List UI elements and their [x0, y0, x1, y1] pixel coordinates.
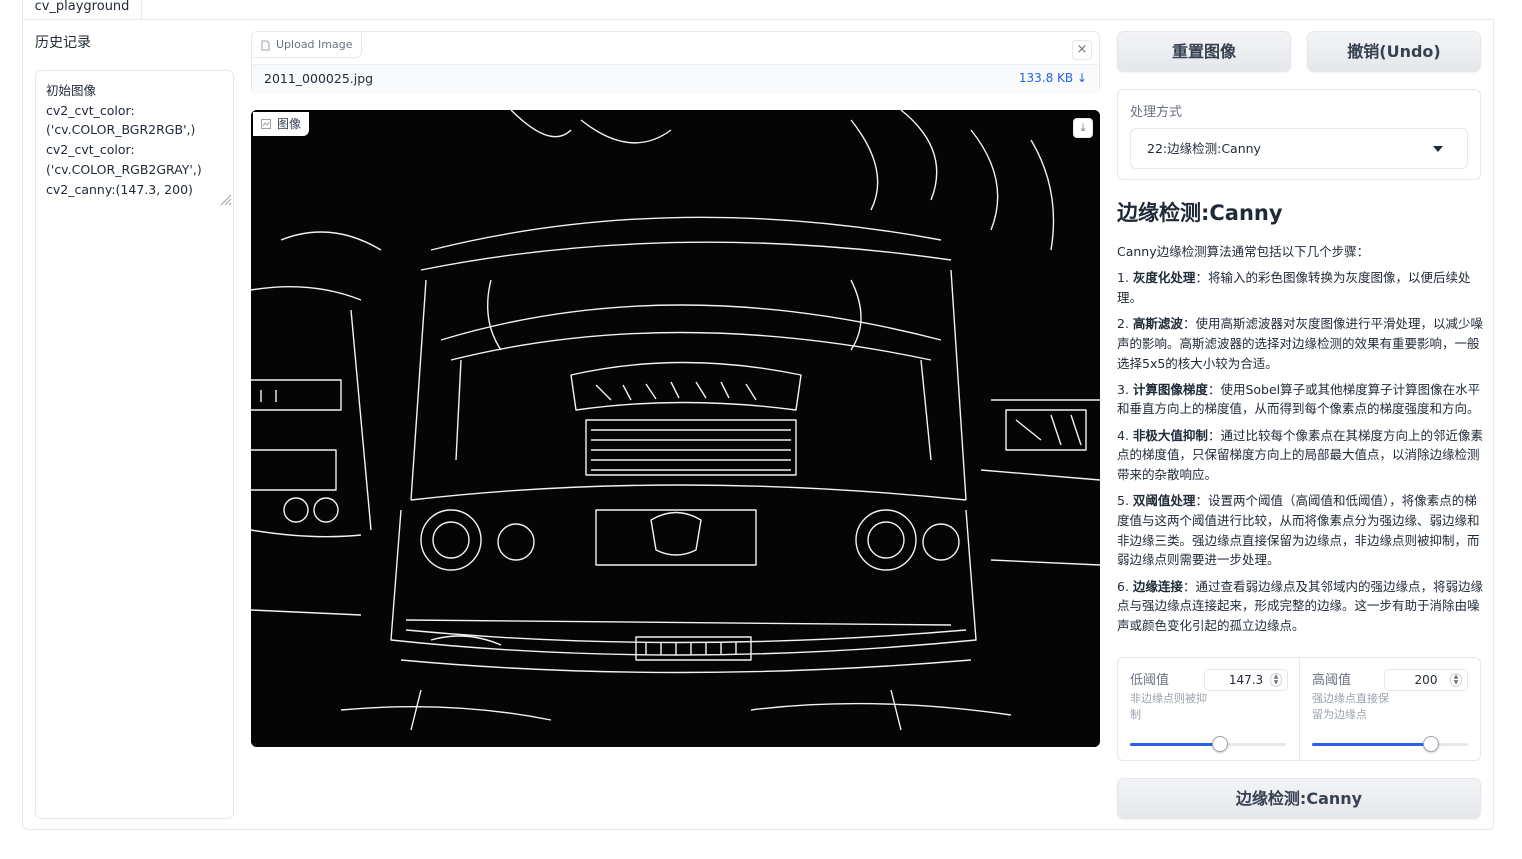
high-threshold-input[interactable]: 200 ▲ ▼ — [1384, 669, 1468, 691]
file-icon — [261, 40, 270, 50]
low-threshold-value: 147.3 — [1228, 673, 1264, 687]
close-icon[interactable]: × — [1072, 40, 1092, 60]
threshold-panel: 低阈值 非边缘点则被抑制 147.3 ▲ ▼ 高阈值 强边缘点直接保留为边缘点 2… — [1117, 657, 1481, 761]
description-step: 2. 高斯滤波：使用高斯滤波器对灰度图像进行平滑处理，以减少噪声的影响。高斯滤波… — [1117, 316, 1483, 371]
history-label: 历史记录 — [35, 35, 91, 51]
low-threshold-handle[interactable] — [1211, 736, 1228, 752]
low-threshold-label: 低阈值 — [1130, 673, 1170, 688]
description-body: Canny边缘检测算法通常包括以下几个步骤： 1. 灰度化处理：将输入的彩色图像… — [1117, 242, 1483, 642]
reset-image-button[interactable]: 重置图像 — [1117, 31, 1291, 72]
chevron-down-icon — [1433, 146, 1443, 152]
edge-image — [251, 110, 1100, 747]
tab-bar: cv_playground — [0, 0, 1522, 20]
low-threshold-input[interactable]: 147.3 ▲ ▼ — [1204, 669, 1288, 691]
description-step: 6. 边缘连接：通过查看弱边缘点及其邻域内的强边缘点，将弱边缘点与强边缘点连接起… — [1117, 578, 1483, 633]
file-download-link[interactable]: 133.8 KB ↓ — [1019, 71, 1087, 85]
stepper-icon[interactable]: ▲ ▼ — [1270, 673, 1282, 687]
edge-image-canvas — [251, 110, 1100, 747]
threshold-divider — [1299, 658, 1300, 760]
image-icon — [261, 119, 271, 129]
high-threshold-label: 高阈值 — [1312, 673, 1352, 688]
resize-grip-icon[interactable] — [218, 192, 232, 206]
tab-cv-playground[interactable]: cv_playground — [22, 0, 142, 19]
low-threshold-fill — [1130, 743, 1220, 746]
high-threshold-value: 200 — [1414, 673, 1438, 687]
description-step: 3. 计算图像梯度：使用Sobel算子或其他梯度算子计算图像在水平和垂直方向上的… — [1117, 381, 1481, 417]
upload-label-text: Upload Image — [276, 38, 353, 51]
history-textarea[interactable]: 初始图像 cv2_cvt_color: ('cv.COLOR_BGR2RGB',… — [35, 70, 234, 819]
stepper-icon[interactable]: ▲ ▼ — [1450, 673, 1462, 687]
upload-label: Upload Image — [253, 33, 362, 58]
high-threshold-handle[interactable] — [1422, 736, 1439, 752]
method-dropdown[interactable]: 22:边缘检测:Canny — [1130, 128, 1468, 169]
description-title: 边缘检测:Canny — [1117, 201, 1283, 225]
undo-button[interactable]: 撤销(Undo) — [1307, 31, 1481, 72]
file-row: 2011_000025.jpg 133.8 KB ↓ — [252, 64, 1099, 94]
method-label: 处理方式 — [1130, 105, 1183, 120]
method-dropdown-value: 22:边缘检测:Canny — [1147, 141, 1261, 156]
low-threshold-info: 非边缘点则被抑制 — [1130, 692, 1207, 721]
description-step: 1. 灰度化处理：将输入的彩色图像转换为灰度图像，以便后续处理。 — [1117, 270, 1471, 305]
high-threshold-info: 强边缘点直接保留为边缘点 — [1312, 692, 1389, 721]
low-threshold-slider[interactable] — [1130, 736, 1286, 752]
download-icon[interactable]: ⤓ — [1073, 118, 1093, 138]
file-name: 2011_000025.jpg — [264, 71, 374, 86]
high-threshold-slider[interactable] — [1312, 736, 1468, 752]
high-threshold-fill — [1312, 743, 1431, 746]
image-label: 图像 — [253, 112, 310, 136]
image-label-text: 图像 — [277, 117, 302, 131]
description-step: 5. 双阈值处理：设置两个阈值（高阈值和低阈值），将像素点的梯度值与这两个阈值进… — [1117, 493, 1480, 568]
apply-canny-button[interactable]: 边缘检测:Canny — [1117, 778, 1481, 819]
description-step: 4. 非极大值抑制：通过比较每个像素点在其梯度方向上的邻近像素点的梯度值，只保留… — [1117, 427, 1483, 483]
description-intro: Canny边缘检测算法通常包括以下几个步骤： — [1117, 244, 1370, 259]
